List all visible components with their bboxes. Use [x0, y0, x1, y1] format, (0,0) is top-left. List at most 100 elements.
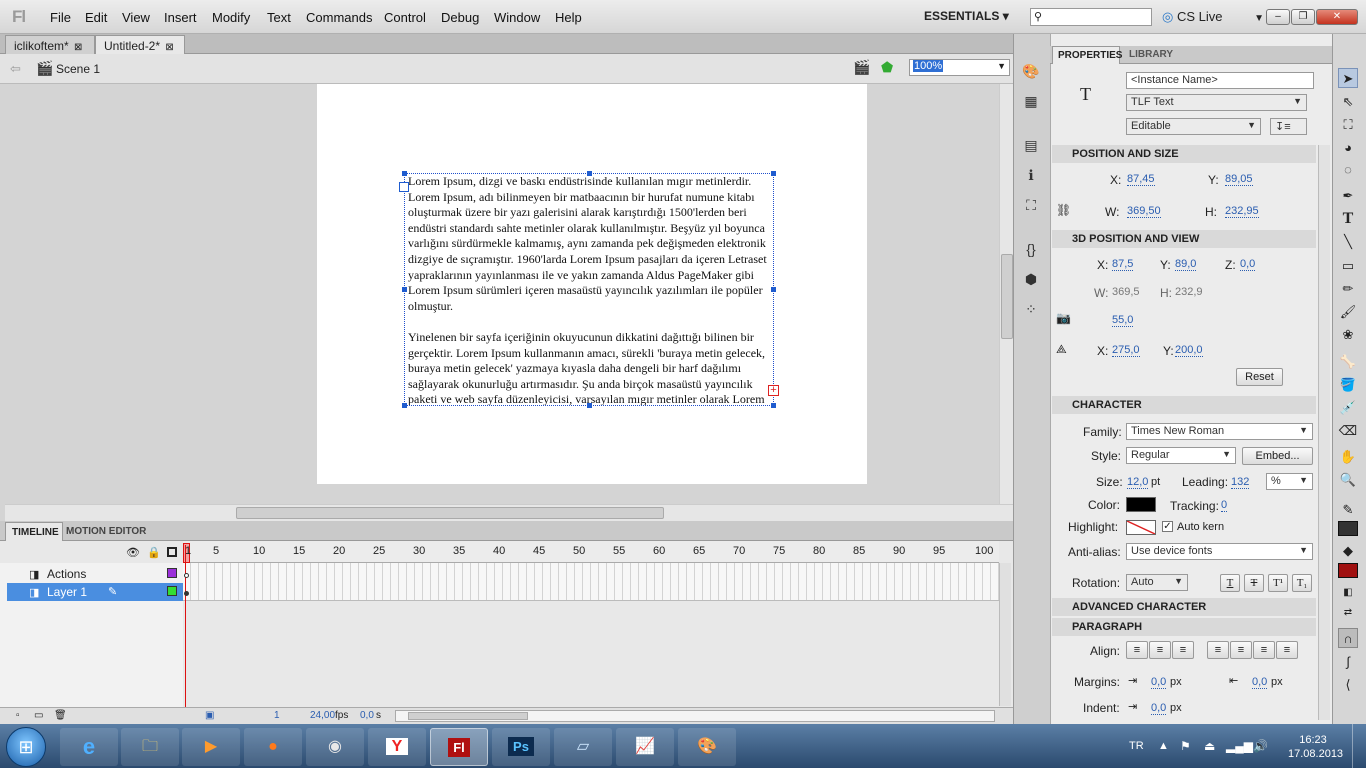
instance-name-field[interactable]: <Instance Name>: [1126, 72, 1314, 89]
leading-value[interactable]: 132: [1231, 476, 1250, 489]
layer-color-swatch[interactable]: [167, 568, 177, 578]
edit-symbols-icon[interactable]: ⬟: [881, 59, 893, 76]
maximize-button[interactable]: ❐: [1291, 9, 1315, 25]
flash-taskbar-icon[interactable]: Fl: [430, 728, 488, 766]
workspace-switcher[interactable]: ESSENTIALS ▾: [924, 9, 1009, 23]
paint-bucket-tool-icon[interactable]: 🪣: [1338, 375, 1358, 395]
menu-commands[interactable]: Commands: [306, 10, 372, 25]
text-engine-select[interactable]: TLF Text ▼: [1126, 94, 1307, 111]
tab-properties[interactable]: PROPERTIES: [1052, 46, 1122, 64]
margin-left-value[interactable]: 0,0: [1151, 676, 1167, 689]
tab-untitled-2[interactable]: Untitled-2* ⊠: [95, 35, 185, 54]
timeline-vertical-scrollbar[interactable]: [999, 563, 1011, 706]
transform-panel-icon[interactable]: ⛶: [1020, 194, 1042, 216]
x-value[interactable]: 87,45: [1127, 173, 1155, 186]
menu-text[interactable]: Text: [267, 10, 291, 25]
menu-debug[interactable]: Debug: [441, 10, 479, 25]
deco-tool-icon[interactable]: ❀: [1338, 325, 1358, 345]
z3d-value[interactable]: 0,0: [1240, 258, 1256, 271]
resize-handle[interactable]: [771, 403, 776, 408]
smooth-icon[interactable]: ∫: [1338, 652, 1358, 672]
height-value[interactable]: 232,95: [1225, 205, 1259, 218]
bone-tool-icon[interactable]: 🦴: [1338, 352, 1358, 372]
stage-horizontal-scrollbar[interactable]: [5, 504, 1013, 521]
width-value[interactable]: 369,50: [1127, 205, 1161, 218]
tab-library[interactable]: LIBRARY: [1129, 49, 1173, 60]
zoom-select[interactable]: 100% ▼: [909, 59, 1010, 76]
perspective-value[interactable]: 55,0: [1112, 314, 1134, 327]
delete-icon[interactable]: 🗑: [54, 710, 67, 721]
info-panel-icon[interactable]: ℹ: [1020, 164, 1042, 186]
orientation-select[interactable]: ↧≡: [1270, 118, 1307, 135]
justify-right-button[interactable]: ≡: [1253, 641, 1275, 659]
cs-live-button[interactable]: ◎ CS Live ▼: [1162, 9, 1264, 25]
reset-button[interactable]: Reset: [1236, 368, 1283, 386]
photoshop-icon[interactable]: Ps: [492, 728, 550, 766]
timeline-horizontal-scrollbar[interactable]: [395, 710, 995, 722]
notepad-icon[interactable]: ▱: [554, 728, 612, 766]
resize-handle[interactable]: [402, 287, 407, 292]
tlf-text-field[interactable]: Lorem Ipsum, dizgi ve baskı endüstrisind…: [404, 173, 774, 406]
justify-center-button[interactable]: ≡: [1230, 641, 1252, 659]
show-hidden-icons[interactable]: ▲: [1158, 740, 1169, 752]
show-desktop-button[interactable]: [1352, 724, 1366, 768]
eyedropper-tool-icon[interactable]: 💉: [1338, 398, 1358, 418]
clock[interactable]: 16:23 17.08.2013: [1288, 733, 1343, 761]
font-style-select[interactable]: Regular ▼: [1126, 447, 1236, 464]
free-transform-tool-icon[interactable]: ⛶: [1338, 115, 1358, 135]
resize-handle[interactable]: [771, 287, 776, 292]
pen-tool-icon[interactable]: ✒: [1338, 186, 1358, 206]
menu-modify[interactable]: Modify: [212, 10, 250, 25]
search-input[interactable]: ⚲: [1030, 8, 1152, 26]
eraser-tool-icon[interactable]: ⌫: [1338, 421, 1358, 441]
link-icon[interactable]: ⛓: [1056, 203, 1071, 217]
onion-skin-icon[interactable]: ▣: [205, 710, 214, 721]
chart-app-icon[interactable]: 📈: [616, 728, 674, 766]
close-button[interactable]: ✕: [1316, 9, 1358, 25]
vanishing-x-value[interactable]: 275,0: [1112, 344, 1140, 357]
swatches-panel-icon[interactable]: ▦: [1020, 90, 1042, 112]
resize-handle[interactable]: [402, 171, 407, 176]
antialias-select[interactable]: Use device fonts ▼: [1126, 543, 1313, 560]
time-value[interactable]: 0,0: [360, 710, 374, 721]
line-tool-icon[interactable]: ╲: [1338, 232, 1358, 252]
eye-icon[interactable]: 👁: [126, 546, 140, 559]
language-indicator[interactable]: TR: [1129, 740, 1144, 752]
fill-color-swatch[interactable]: [1338, 563, 1358, 578]
font-size-value[interactable]: 12,0: [1127, 476, 1149, 489]
stage-vertical-scrollbar[interactable]: [999, 84, 1013, 504]
menu-insert[interactable]: Insert: [164, 10, 197, 25]
zoom-tool-icon[interactable]: 🔍: [1338, 470, 1358, 490]
text-tool-icon[interactable]: T: [1338, 209, 1358, 229]
section-3d-position[interactable]: 3D POSITION AND VIEW: [1052, 230, 1316, 248]
black-white-icon[interactable]: ◧: [1338, 583, 1358, 603]
section-position-size[interactable]: POSITION AND SIZE: [1052, 145, 1316, 163]
menu-window[interactable]: Window: [494, 10, 540, 25]
auto-kern-checkbox[interactable]: ✓: [1162, 521, 1173, 532]
resize-handle[interactable]: [587, 403, 592, 408]
justify-all-button[interactable]: ≡: [1276, 641, 1298, 659]
fps-value[interactable]: 24,00: [310, 710, 335, 721]
code-snippets-icon[interactable]: {}: [1020, 238, 1042, 260]
stroke-color-icon[interactable]: ✎: [1338, 500, 1358, 520]
tab-timeline[interactable]: TIMELINE: [5, 522, 63, 541]
motion-presets-icon[interactable]: ⁘: [1020, 298, 1042, 320]
media-player-icon[interactable]: ▶: [182, 728, 240, 766]
align-center-button[interactable]: ≡: [1149, 641, 1171, 659]
menu-view[interactable]: View: [122, 10, 150, 25]
new-layer-icon[interactable]: ▫: [16, 710, 20, 721]
minimize-button[interactable]: –: [1266, 9, 1290, 25]
underline-button[interactable]: T: [1220, 574, 1240, 592]
properties-scrollbar[interactable]: [1318, 145, 1330, 720]
menu-file[interactable]: File: [50, 10, 71, 25]
swap-colors-icon[interactable]: ⇄: [1338, 603, 1358, 623]
straighten-icon[interactable]: ⟨: [1338, 675, 1358, 695]
text-color-swatch[interactable]: [1126, 497, 1156, 512]
volume-icon[interactable]: 🔊: [1253, 739, 1268, 753]
new-folder-icon[interactable]: ▭: [34, 710, 43, 721]
components-icon[interactable]: ⬢: [1020, 268, 1042, 290]
menu-edit[interactable]: Edit: [85, 10, 107, 25]
resize-handle[interactable]: [402, 403, 407, 408]
tab-motion-editor[interactable]: MOTION EDITOR: [66, 526, 146, 537]
explorer-icon[interactable]: 🗀: [121, 728, 179, 766]
